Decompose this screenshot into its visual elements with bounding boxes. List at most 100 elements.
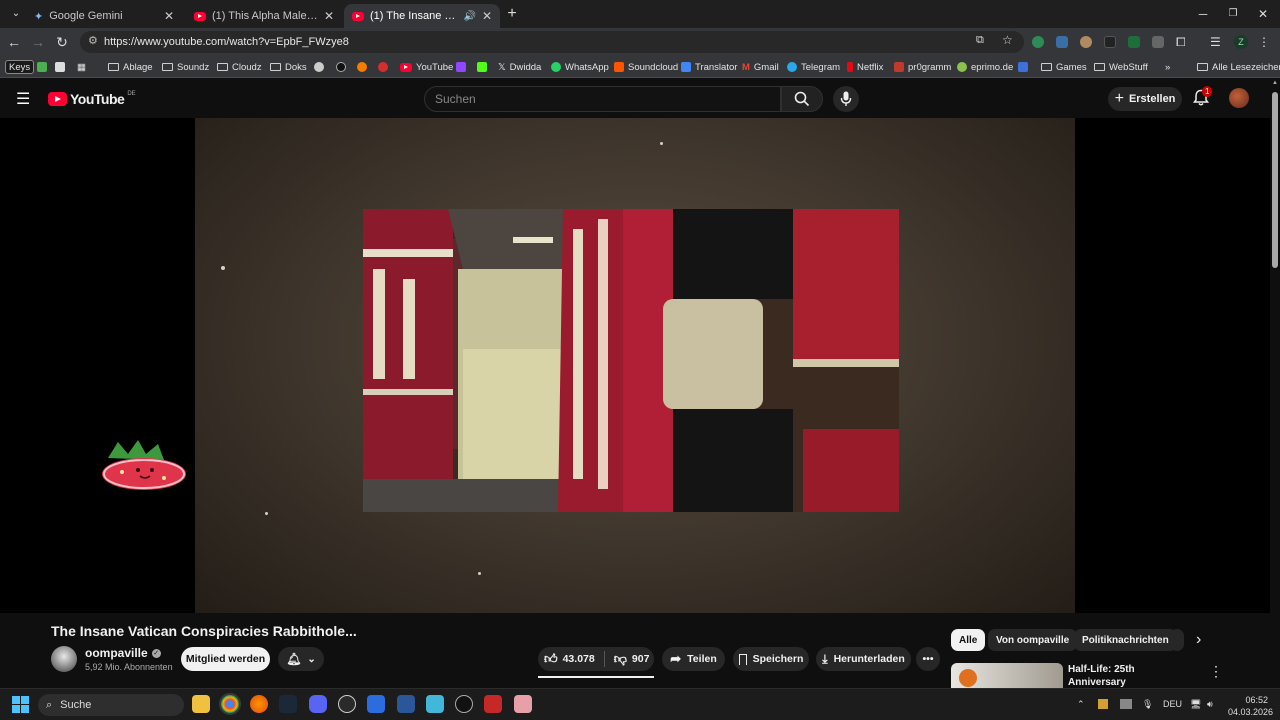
bookmark-dwidda[interactable]: 𝕏 Dwidda bbox=[498, 60, 541, 74]
profile-avatar[interactable]: Z bbox=[1234, 35, 1248, 49]
notifications-button[interactable]: 1 bbox=[1193, 86, 1213, 110]
page-scrollbar[interactable]: ▲ bbox=[1270, 78, 1280, 688]
network-icon[interactable]: 🖥︎ bbox=[1190, 699, 1201, 710]
bookmark-telegram[interactable]: Telegram bbox=[787, 60, 840, 74]
install-app-icon[interactable]: ⧉ bbox=[976, 34, 984, 47]
more-bookmarks-chevron-icon[interactable]: » bbox=[1165, 60, 1170, 74]
extension-icon[interactable] bbox=[1056, 36, 1068, 48]
address-bar[interactable]: ⚙ https://www.youtube.com/watch?v=EpbF_F… bbox=[80, 31, 1024, 53]
taskbar-search-box[interactable]: ⌕ Suche bbox=[38, 694, 184, 716]
reload-button[interactable]: ↻ bbox=[52, 32, 72, 52]
clock[interactable]: 06:52 04.03.2026 bbox=[1228, 694, 1273, 718]
bookmark-grid[interactable]: ▦ bbox=[77, 60, 86, 74]
minimize-button[interactable]: ─ bbox=[1188, 4, 1218, 24]
tab-tiktoker[interactable]: (1) This Alpha Male TikToker is ... ✕ bbox=[186, 4, 342, 28]
steam-icon[interactable] bbox=[279, 695, 297, 713]
restore-button[interactable]: ❐ bbox=[1218, 4, 1248, 24]
bookmark-icon-blue[interactable] bbox=[1018, 60, 1028, 74]
site-info-icon[interactable]: ⚙ bbox=[88, 34, 98, 47]
thumbs-up-icon[interactable]: 👍︎ bbox=[544, 651, 558, 667]
chips-next-chevron-icon[interactable]: › bbox=[1196, 631, 1201, 649]
bookmark-kick[interactable] bbox=[477, 60, 487, 74]
language-indicator[interactable]: DEU bbox=[1163, 699, 1182, 709]
back-button[interactable]: ← bbox=[4, 32, 24, 52]
bookmark-ablage[interactable]: Ablage bbox=[108, 60, 153, 74]
channel-name-row[interactable]: oompaville ✓ bbox=[85, 646, 161, 660]
hamburger-menu-icon[interactable]: ☰ bbox=[16, 89, 30, 109]
create-button[interactable]: + Erstellen bbox=[1108, 87, 1182, 111]
tray-app-icon[interactable] bbox=[1098, 699, 1108, 709]
bookmark-icon-1[interactable] bbox=[314, 60, 324, 74]
bookmark-icon-white[interactable] bbox=[55, 60, 65, 74]
bookmark-soundcloud[interactable]: Soundcloud bbox=[614, 60, 678, 74]
file-explorer-icon[interactable] bbox=[192, 695, 210, 713]
bookmark-pr0gramm[interactable]: pr0gramm bbox=[894, 60, 951, 74]
close-tab-icon[interactable]: ✕ bbox=[482, 9, 492, 23]
account-avatar[interactable] bbox=[1229, 88, 1249, 108]
channel-name[interactable]: oompaville bbox=[85, 646, 148, 660]
chip-all[interactable]: Alle bbox=[951, 629, 986, 651]
scroll-up-arrow-icon[interactable]: ▲ bbox=[1272, 80, 1278, 86]
tab-search-chevron-icon[interactable]: ⌄ bbox=[6, 4, 26, 24]
discord-icon[interactable] bbox=[309, 695, 327, 713]
bookmark-icon-4[interactable] bbox=[378, 60, 388, 74]
extension-icon[interactable] bbox=[1080, 36, 1092, 48]
bookmark-icon-green[interactable] bbox=[37, 60, 47, 74]
subscription-bell-button[interactable]: 🔔︎ ⌄ bbox=[278, 647, 324, 671]
bookmark-icon-3[interactable] bbox=[357, 60, 367, 74]
new-tab-button[interactable]: + bbox=[502, 4, 522, 24]
app-icon-dark[interactable] bbox=[455, 695, 473, 713]
reading-list-icon[interactable]: ☰ bbox=[1210, 36, 1222, 48]
search-input[interactable]: Suchen bbox=[424, 86, 781, 112]
firefox-icon[interactable] bbox=[250, 695, 268, 713]
bookmark-cloudz[interactable]: Cloudz bbox=[217, 60, 262, 74]
close-tab-icon[interactable]: ✕ bbox=[164, 9, 174, 23]
chip-politics[interactable]: Politiknachrichten bbox=[1074, 629, 1177, 651]
bookmark-star-icon[interactable]: ☆ bbox=[1002, 33, 1013, 47]
search-button[interactable] bbox=[781, 86, 823, 112]
bookmark-translator[interactable]: Translator bbox=[681, 60, 737, 74]
extensions-puzzle-icon[interactable]: ⧠ bbox=[1176, 36, 1188, 48]
extension-icon[interactable] bbox=[1032, 36, 1044, 48]
recommendation-menu-icon[interactable]: ⋮ bbox=[1209, 663, 1223, 680]
download-button[interactable]: ⤓ Herunterladen bbox=[816, 647, 911, 671]
close-tab-icon[interactable]: ✕ bbox=[324, 9, 334, 23]
volume-icon[interactable]: 🔊︎ bbox=[1207, 699, 1213, 710]
paint-icon[interactable] bbox=[514, 695, 532, 713]
scrollbar-thumb[interactable] bbox=[1272, 92, 1278, 268]
bookmark-twitch[interactable] bbox=[456, 60, 466, 74]
channel-avatar[interactable] bbox=[51, 646, 77, 672]
bookmark-netflix[interactable]: Netflix bbox=[847, 60, 883, 74]
bookmark-keys[interactable]: Keys bbox=[5, 60, 35, 74]
chip-from-channel[interactable]: Von oompaville bbox=[988, 629, 1078, 651]
tray-app-icon[interactable] bbox=[1120, 699, 1132, 709]
bookmark-whatsapp[interactable]: WhatsApp bbox=[551, 60, 609, 74]
browser-menu-icon[interactable]: ⋮ bbox=[1258, 36, 1270, 48]
share-button[interactable]: ➦ Teilen bbox=[662, 647, 725, 671]
like-count[interactable]: 43.078 bbox=[563, 653, 595, 665]
audio-playing-icon[interactable]: 🔊 bbox=[463, 11, 475, 22]
notepad-icon[interactable] bbox=[426, 695, 444, 713]
youtube-logo[interactable]: YouTube DE bbox=[48, 91, 136, 107]
join-button[interactable]: Mitglied werden bbox=[181, 647, 270, 671]
bookmark-webstuff[interactable]: WebStuff bbox=[1094, 60, 1148, 74]
extension-icon[interactable] bbox=[1152, 36, 1164, 48]
bookmark-soundz[interactable]: Soundz bbox=[162, 60, 209, 74]
thumbs-down-icon[interactable]: 👎︎ bbox=[614, 651, 627, 667]
app-icon-blue[interactable] bbox=[367, 695, 385, 713]
forward-button[interactable]: → bbox=[28, 32, 48, 52]
gauge-app-icon[interactable] bbox=[338, 695, 356, 713]
bookmark-all[interactable]: Alle Lesezeichen bbox=[1197, 60, 1280, 74]
microphone-tray-icon[interactable]: 🎙︎ bbox=[1142, 699, 1153, 710]
start-windows-icon[interactable] bbox=[12, 696, 29, 713]
tray-overflow-chevron-icon[interactable]: ⌃ bbox=[1077, 699, 1085, 710]
bookmark-doks[interactable]: Doks bbox=[270, 60, 307, 74]
bookmark-gmail[interactable]: M Gmail bbox=[742, 60, 779, 74]
bookmark-icon-2[interactable] bbox=[336, 60, 346, 74]
tab-vatican[interactable]: (1) The Insane Vatican Cons... 🔊 ✕ bbox=[344, 4, 500, 28]
dislike-count[interactable]: 907 bbox=[632, 653, 650, 665]
recommendation-thumbnail[interactable] bbox=[951, 663, 1063, 688]
more-actions-button[interactable]: ••• bbox=[916, 647, 940, 671]
chip-more[interactable] bbox=[1170, 629, 1184, 651]
extension-icon[interactable] bbox=[1104, 36, 1116, 48]
